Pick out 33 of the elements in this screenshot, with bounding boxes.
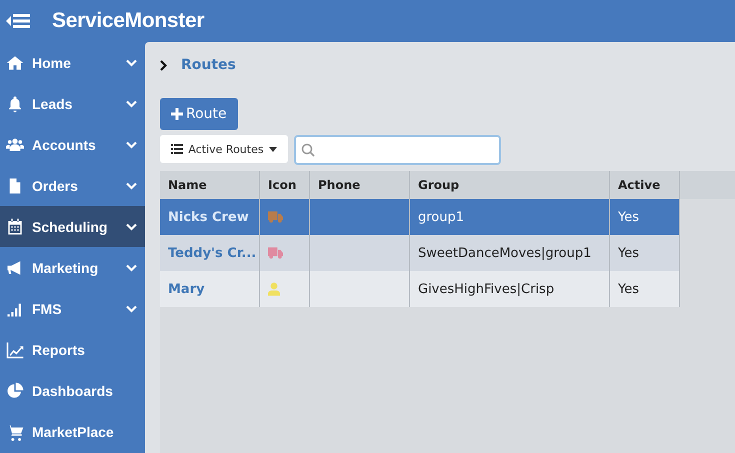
sidebar-item[interactable]: Leads [0, 83, 145, 124]
home-icon [6, 54, 24, 72]
app-title: ServiceMonster [52, 9, 204, 33]
sidebar-item[interactable]: FMS [0, 288, 145, 329]
filter-dropdown[interactable]: Active Routes [160, 135, 288, 163]
bell-icon [6, 94, 24, 112]
add-route-button[interactable]: Route [160, 98, 238, 130]
menu-collapse-icon[interactable] [6, 13, 30, 29]
sidebar-item[interactable]: Scheduling [0, 206, 145, 247]
breadcrumb-link[interactable]: Routes [181, 57, 236, 73]
table-row[interactable]: Mary GivesHighFives|Crisp Yes [160, 271, 680, 307]
sidebar-item[interactable]: MarketPlace [0, 411, 145, 452]
search-icon [301, 143, 315, 157]
route-name-link[interactable]: Mary [160, 271, 260, 307]
table-row[interactable]: Nicks Crew group1 Yes [160, 199, 680, 235]
table-row[interactable]: Teddy's Cr... SweetDanceMoves|group1 Yes [160, 235, 680, 271]
calendar-icon [6, 218, 24, 236]
caret-icon [268, 146, 277, 152]
table-cell: GivesHighFives|Crisp [410, 271, 610, 307]
sidebar-item[interactable]: Home [0, 42, 145, 83]
sidebar-item[interactable]: Marketing [0, 247, 145, 288]
search-field[interactable] [294, 135, 501, 165]
sidebar-item[interactable]: Orders [0, 165, 145, 206]
plus-icon [171, 108, 183, 120]
line-chart-icon [6, 340, 24, 358]
chevron-right-icon [160, 60, 167, 70]
table-cell: Yes [610, 271, 680, 307]
people-icon [6, 136, 24, 154]
sidebar-item[interactable]: Accounts [0, 124, 145, 165]
sidebar-item[interactable]: Reports [0, 329, 145, 370]
pie-chart-icon [6, 382, 24, 400]
list-icon [171, 144, 184, 154]
sidebar-item[interactable]: Dashboards [0, 370, 145, 411]
